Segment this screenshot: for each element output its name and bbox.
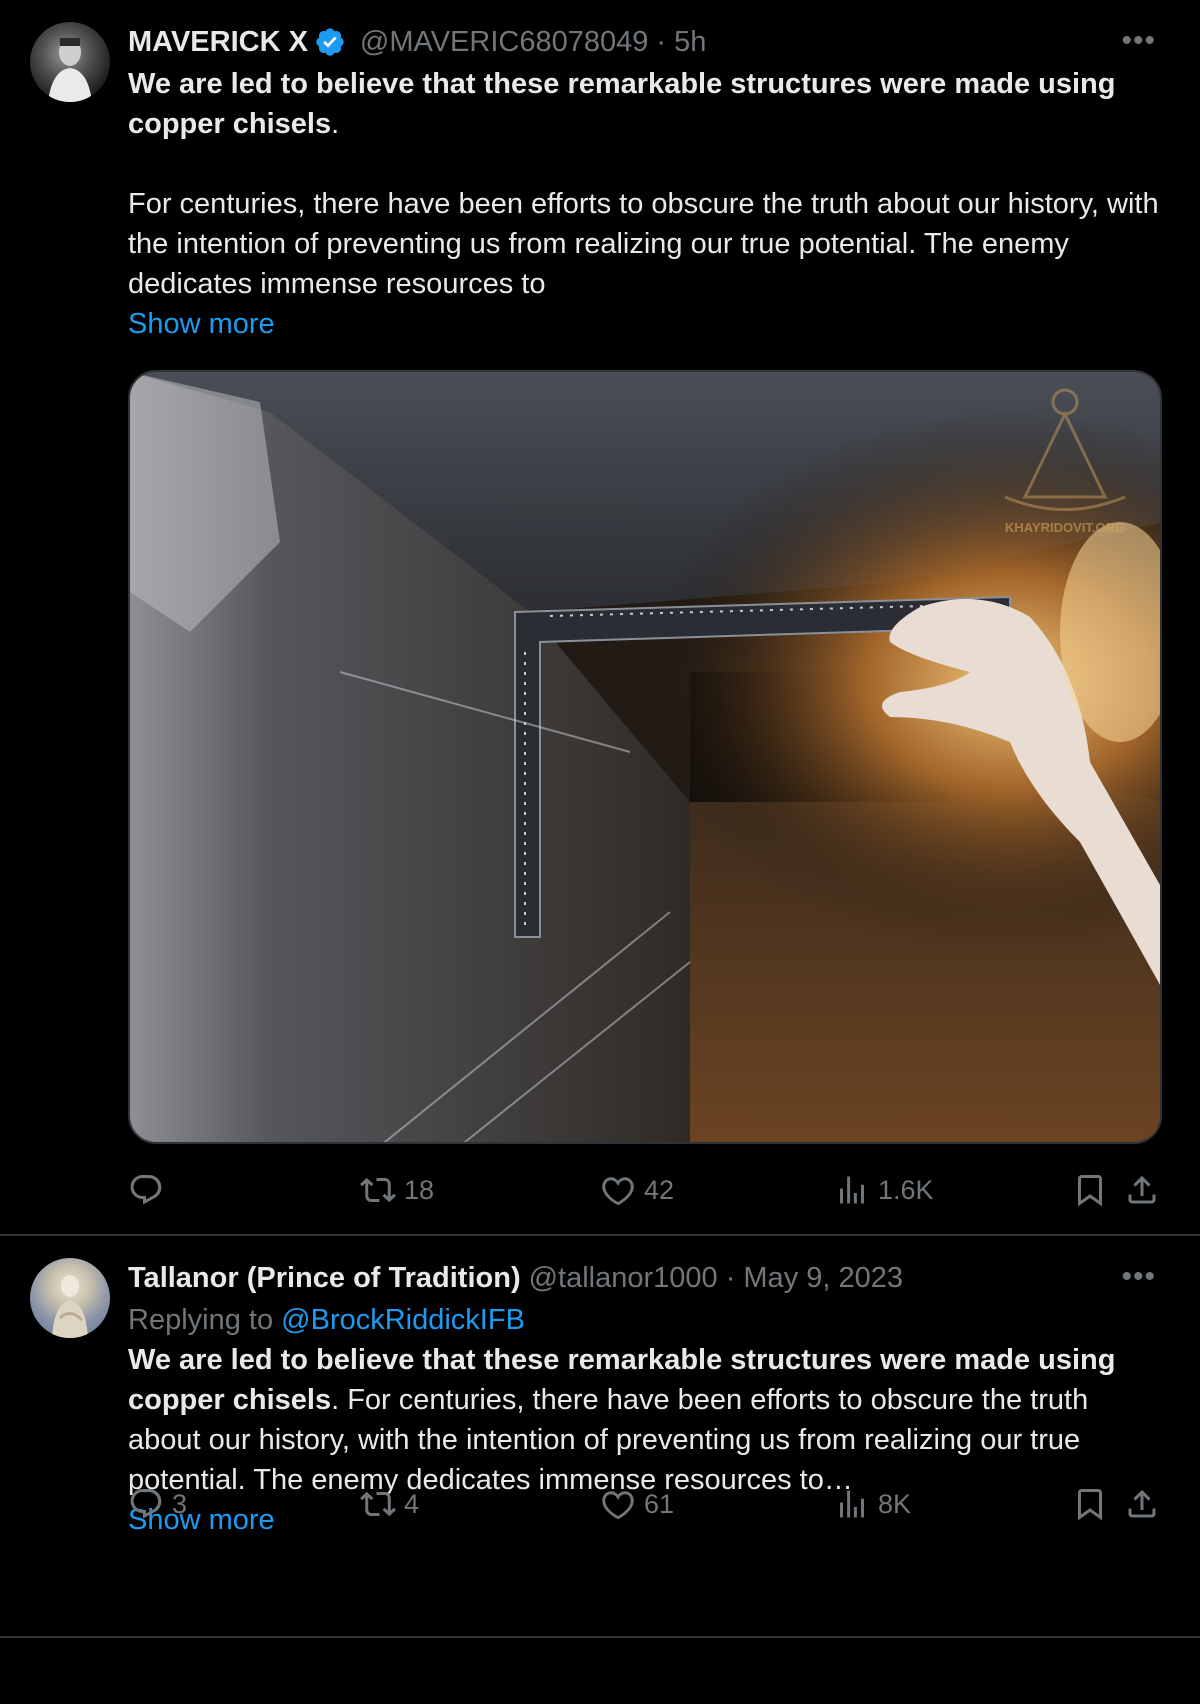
timestamp[interactable]: · May 9, 2023	[726, 1262, 903, 1295]
repost-icon	[360, 1486, 396, 1522]
views-count: 8K	[878, 1488, 912, 1519]
views-icon	[834, 1486, 870, 1522]
tweet-photo[interactable]: KHAYRIDOVIT.ORG	[128, 370, 1162, 1144]
display-name[interactable]: Tallanor (Prince of Tradition)	[128, 1262, 521, 1295]
like-count: 42	[644, 1174, 675, 1205]
tweet-text: We are led to believe that these remarka…	[128, 1340, 1162, 1500]
photo-watermark: KHAYRIDOVIT.ORG	[1005, 520, 1125, 535]
timestamp[interactable]: · 5h	[656, 26, 706, 59]
tweet-header: MAVERICK X @MAVERIC68078049 · 5h	[128, 20, 1162, 64]
tweet-text-bold-tail: .	[331, 108, 340, 140]
tweet-header: Tallanor (Prince of Tradition) @tallanor…	[128, 1256, 1162, 1300]
tweet[interactable]: MAVERICK X @MAVERIC68078049 · 5h ••• We …	[0, 0, 1200, 1236]
author-handle[interactable]: @tallanor1000	[529, 1262, 718, 1295]
bookmark-button[interactable]	[1072, 1172, 1108, 1208]
repost-icon	[360, 1172, 396, 1208]
show-more-link[interactable]: Show more	[128, 304, 1162, 344]
share-button[interactable]	[1124, 1172, 1160, 1208]
author-avatar[interactable]	[30, 1258, 110, 1338]
tweet-text: We are led to believe that these remarka…	[128, 64, 1162, 144]
reply-button[interactable]	[128, 1172, 172, 1208]
views-button[interactable]: 8K	[834, 1486, 911, 1522]
views-count: 1.6K	[878, 1174, 934, 1205]
replying-to-handle[interactable]: @BrockRiddickIFB	[281, 1304, 525, 1336]
display-name[interactable]: MAVERICK X	[128, 26, 308, 59]
tweet-text-bold: We are led to believe that these remarka…	[128, 68, 1116, 140]
reply-icon	[128, 1486, 164, 1522]
author-handle[interactable]: @MAVERIC68078049	[360, 26, 648, 59]
bookmark-icon	[1072, 1172, 1108, 1208]
more-dots-icon[interactable]: •••	[1121, 1260, 1156, 1294]
views-icon	[834, 1172, 870, 1208]
replying-to-label: Replying to	[128, 1304, 274, 1336]
verified-badge-icon[interactable]	[314, 26, 346, 58]
tweet[interactable]: Tallanor (Prince of Tradition) @tallanor…	[0, 1236, 1200, 1638]
tweet-body: MAVERICK X @MAVERIC68078049 · 5h ••• We …	[128, 20, 1162, 344]
tweet-text-paragraph: For centuries, there have been efforts t…	[128, 188, 1159, 300]
like-button[interactable]: 42	[600, 1172, 674, 1208]
like-icon	[600, 1172, 636, 1208]
author-avatar[interactable]	[30, 22, 110, 102]
repost-count: 4	[404, 1488, 420, 1519]
tweet-actions: 18 42 1.6K	[128, 1172, 1162, 1216]
repost-button[interactable]: 4	[360, 1486, 419, 1522]
repost-count: 18	[404, 1174, 435, 1205]
bookmark-icon	[1072, 1486, 1108, 1522]
replying-to: Replying to @BrockRiddickIFB	[128, 1300, 1162, 1340]
repost-button[interactable]: 18	[360, 1172, 434, 1208]
share-icon	[1124, 1486, 1160, 1522]
reply-count: 3	[172, 1488, 188, 1519]
bookmark-button[interactable]	[1072, 1486, 1108, 1522]
reply-button[interactable]: 3	[128, 1486, 187, 1522]
like-icon	[600, 1486, 636, 1522]
reply-icon	[128, 1172, 164, 1208]
views-button[interactable]: 1.6K	[834, 1172, 934, 1208]
like-button[interactable]: 61	[600, 1486, 674, 1522]
share-button[interactable]	[1124, 1486, 1160, 1522]
share-icon	[1124, 1172, 1160, 1208]
more-dots-icon[interactable]: •••	[1121, 24, 1156, 58]
tweet-actions: 3 4 61 8K	[128, 1486, 1162, 1530]
like-count: 61	[644, 1488, 675, 1519]
